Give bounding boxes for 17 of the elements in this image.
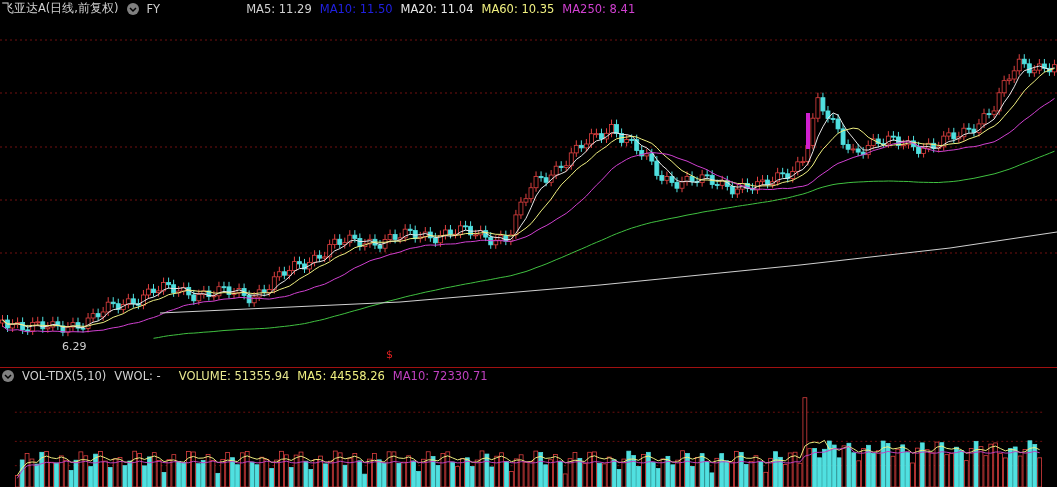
volume-indicator-title: VOL-TDX(5,10) — [22, 369, 107, 384]
stock-title: 飞亚达A(日线,前复权) — [2, 1, 119, 17]
highlight-bar — [806, 112, 810, 149]
indicator-value: MA20: 11.04 — [400, 1, 474, 16]
volume-subtitle: VWOL: - — [114, 369, 161, 384]
volume-indicator-value: MA10: 72330.71 — [392, 369, 488, 384]
indicator-value: MA250: 8.41 — [562, 1, 636, 16]
low-price-label: 6.29 — [62, 339, 87, 353]
dropdown-icon[interactable] — [2, 370, 14, 383]
volume-indicator-value: VOLUME: 51355.94 — [178, 369, 290, 384]
dropdown-icon[interactable] — [126, 2, 139, 15]
volume-indicator-value: MA5: 44558.26 — [297, 369, 385, 384]
stock-code: FY — [146, 1, 161, 16]
marker-label: $ — [386, 347, 393, 361]
indicator-value: MA5: 11.29 — [246, 1, 312, 16]
indicator-value: MA10: 11.50 — [319, 1, 393, 16]
indicator-value: MA60: 10.35 — [481, 1, 555, 16]
